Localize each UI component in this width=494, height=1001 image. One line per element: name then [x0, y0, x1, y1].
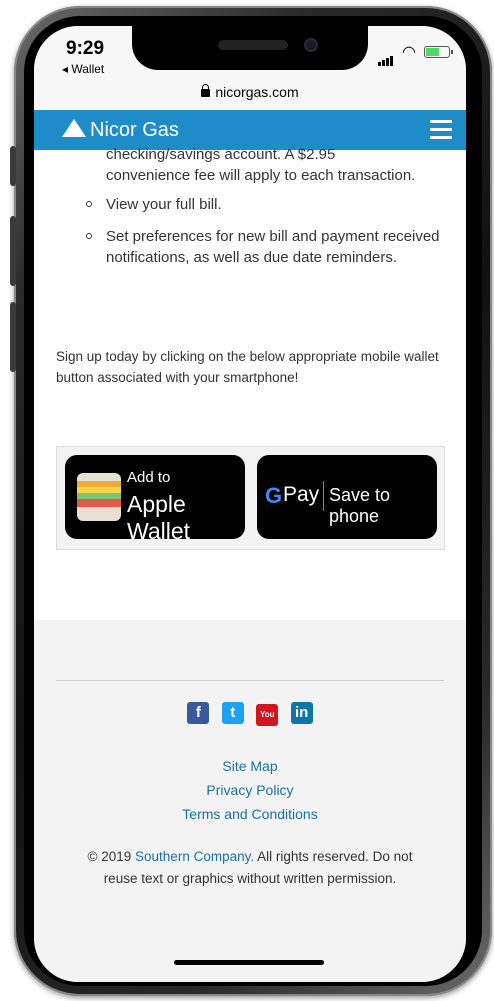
main-content: checking/savings account. A $2.95 conven… [34, 146, 466, 620]
privacy-policy-link[interactable]: Privacy Policy [34, 778, 466, 802]
terms-link[interactable]: Terms and Conditions [34, 802, 466, 826]
footer-links: Site Map Privacy Policy Terms and Condit… [34, 754, 466, 826]
partial-line-2: convenience fee will apply to each trans… [106, 167, 416, 184]
apple-wallet-small-label: Add to [127, 469, 171, 486]
status-time: 9:29 [66, 38, 105, 59]
back-to-app-link[interactable]: ◂ Wallet [62, 62, 104, 76]
home-indicator[interactable] [174, 960, 324, 965]
apple-wallet-label: Apple Wallet [127, 491, 191, 544]
list-item: View your full bill. [82, 194, 442, 215]
bullet-text: View your full bill. [106, 196, 222, 213]
signal-icon [378, 48, 394, 66]
status-bar: 9:29 ◂ Wallet ◠ [34, 26, 466, 82]
url-text: nicorgas.com [215, 84, 299, 100]
back-app-label: Wallet [71, 62, 105, 76]
youtube-icon[interactable]: You [256, 704, 279, 726]
copyright-prefix: © 2019 [87, 849, 132, 864]
screen: 9:29 ◂ Wallet ◠ nicorgas.com Nicor Gas c… [34, 26, 466, 982]
google-g-icon: G [265, 483, 283, 508]
copyright-text: © 2019 Southern Company. All rights rese… [74, 846, 426, 890]
apple-wallet-icon [77, 473, 121, 521]
gpay-save-label: Save to phone [329, 485, 391, 526]
notch [132, 26, 368, 70]
bullet-text: Set preferences for new bill and payment… [106, 228, 440, 266]
wallet-buttons-panel: Add to Apple Wallet G Pay Save to phone [56, 446, 445, 550]
nicor-logo-icon[interactable] [62, 119, 86, 137]
facebook-icon[interactable]: f [187, 702, 210, 724]
battery-icon [424, 46, 453, 58]
speaker [218, 40, 288, 50]
southern-company-link[interactable]: Southern Company. [135, 849, 254, 864]
footer-divider [56, 680, 444, 681]
volume-up-button [10, 216, 16, 286]
mute-switch [10, 146, 16, 186]
gpay-divider [323, 481, 324, 511]
site-footer: f t You in Site Map Privacy Policy Terms… [34, 620, 466, 982]
list-item: Set preferences for new bill and payment… [82, 226, 442, 268]
twitter-icon[interactable]: t [221, 702, 244, 724]
linkedin-icon[interactable]: in [290, 702, 313, 724]
social-links: f t You in [34, 702, 466, 726]
wifi-icon: ◠ [402, 44, 416, 61]
volume-down-button [10, 302, 16, 372]
list-item: checking/savings account. A $2.95 conven… [82, 144, 415, 186]
google-pay-save-button[interactable]: G Pay Save to phone [257, 455, 437, 539]
add-to-apple-wallet-button[interactable]: Add to Apple Wallet [65, 455, 245, 544]
brand-name[interactable]: Nicor Gas [90, 119, 179, 142]
bullet-icon [86, 233, 92, 239]
bullet-icon [86, 201, 92, 207]
signup-text: Sign up today by clicking on the below a… [56, 349, 439, 385]
camera [304, 38, 318, 52]
gpay-pay-label: Pay [283, 483, 320, 506]
site-map-link[interactable]: Site Map [34, 754, 466, 778]
lock-icon [201, 84, 211, 97]
partial-line-1: checking/savings account. A $2.95 [106, 146, 336, 163]
menu-icon[interactable] [430, 120, 452, 140]
